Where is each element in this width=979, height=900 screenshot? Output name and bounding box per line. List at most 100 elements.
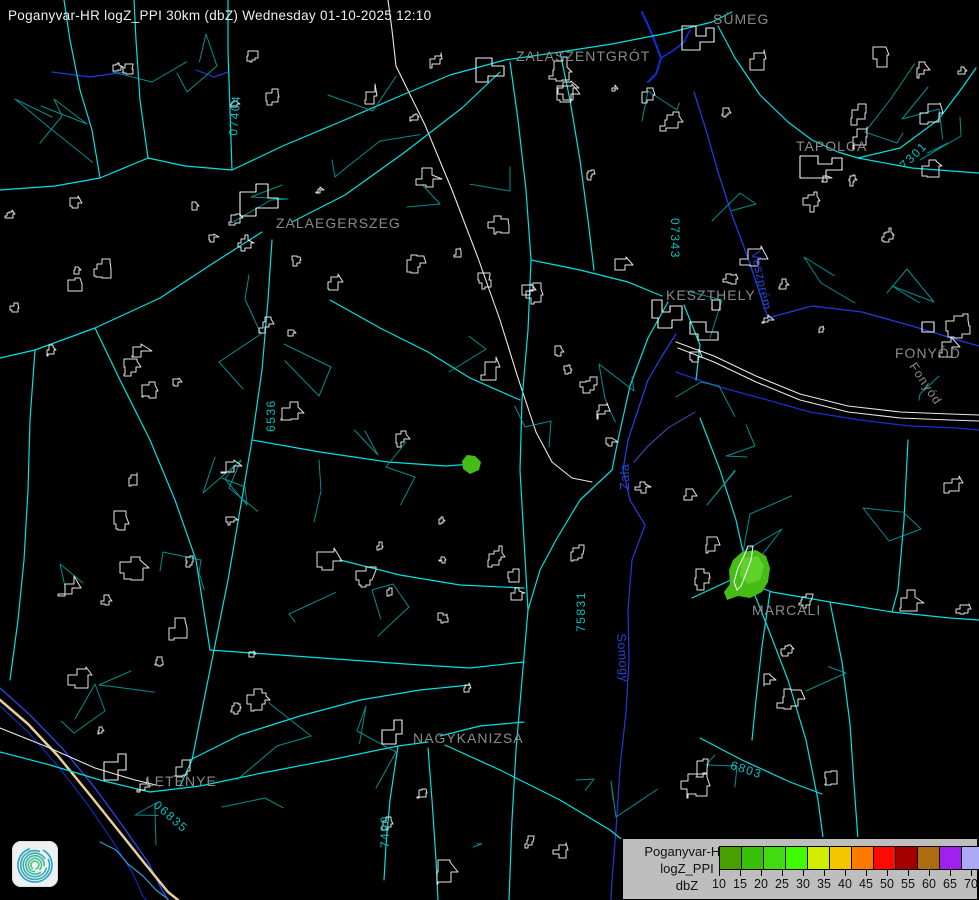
water-line: [634, 412, 695, 462]
minor-road-line: [515, 406, 551, 447]
water-line: [642, 12, 661, 82]
settlement-outline: [124, 359, 141, 376]
settlement-outline: [612, 85, 618, 91]
road-number-75831: 75831: [574, 591, 588, 632]
minor-road-line: [386, 442, 415, 505]
settlement-outline: [288, 330, 296, 336]
settlement-outline: [642, 88, 655, 103]
water-line: [661, 30, 690, 58]
road-line: [528, 470, 612, 610]
settlement-outline: [606, 438, 618, 446]
minor-road-line: [284, 344, 331, 396]
settlement-outline: [553, 843, 568, 858]
legend-tick-label: 60: [922, 877, 936, 891]
road-line: [10, 350, 35, 680]
settlement-outline: [511, 588, 525, 600]
settlement-outline: [74, 267, 81, 274]
settlement-outline: [695, 569, 710, 590]
settlement-outline: [917, 62, 930, 78]
minor-road-line: [887, 269, 934, 303]
settlement-outline: [10, 303, 19, 312]
water-line: [623, 334, 676, 525]
minor-road-line: [712, 193, 756, 221]
minor-road-line: [61, 684, 105, 733]
legend-tick-label: 45: [859, 877, 873, 891]
settlement-outline: [114, 511, 129, 530]
road-line: [210, 650, 524, 668]
road-line: [531, 260, 662, 296]
radar-echo-small: [462, 455, 481, 474]
spiral-icon: [12, 841, 58, 887]
minor-road-line: [470, 167, 510, 191]
legend-tick-label: 70: [964, 877, 978, 891]
settlement-outline: [779, 279, 789, 289]
road-line: [292, 72, 500, 222]
settlement-outline: [958, 67, 967, 74]
water-line: [52, 72, 124, 77]
settlement-outline: [571, 545, 584, 561]
minor-road-line: [328, 76, 396, 111]
settlement-outline: [169, 618, 187, 640]
legend-tick-label: 15: [733, 877, 747, 891]
minor-road-line: [407, 185, 440, 207]
settlement-outline: [873, 47, 889, 67]
settlement-outline: [94, 259, 111, 278]
town-outline: [800, 156, 842, 178]
settlement-outline: [526, 283, 543, 304]
road-line: [560, 52, 594, 270]
settlement-outline: [249, 651, 256, 657]
settlement-outline: [684, 489, 697, 500]
settlement-outline: [481, 357, 500, 380]
settlement-outline: [129, 473, 137, 486]
settlement-outline: [781, 645, 794, 656]
settlement-outline: [750, 50, 766, 70]
road-line: [180, 240, 272, 786]
settlement-outline: [635, 482, 651, 493]
settlement-outline: [706, 537, 720, 553]
settlement-outline: [387, 588, 392, 596]
legend-color-scale: [719, 846, 979, 870]
minor-road-line: [676, 382, 735, 416]
settlement-outline: [660, 112, 683, 131]
minor-road-line: [219, 275, 261, 389]
minor-road-line: [865, 64, 915, 143]
settlement-outline: [946, 314, 970, 338]
town-label-fonyod: FONYÓD: [895, 345, 961, 361]
main-road-white: [0, 728, 160, 786]
road-number-7490: 7490: [378, 815, 392, 848]
legend-tick-label: 10: [712, 877, 726, 891]
legend-tick-mark: [866, 870, 867, 876]
settlement-outline: [316, 187, 324, 193]
legend-color-cell: [829, 846, 852, 870]
radar-viewer: Poganyvar-HR logZ_PPI 30km (dbZ) Wednesd…: [0, 0, 979, 900]
road-line: [252, 440, 472, 466]
water-line: [196, 70, 228, 77]
settlement-outline: [454, 248, 461, 257]
legend-color-cell: [763, 846, 786, 870]
minor-road-line: [473, 844, 482, 847]
spiral-icon-stroke: [31, 861, 39, 869]
legend-color-cell: [785, 846, 808, 870]
settlement-outline: [819, 326, 824, 333]
legend-tick-mark: [824, 870, 825, 876]
minor-road-line: [804, 257, 855, 303]
settlement-outline: [113, 63, 123, 71]
settlement-outline: [365, 84, 377, 104]
settlement-outline: [882, 228, 894, 242]
legend-color-cell: [873, 846, 896, 870]
town-label-tapolca: TAPOLCA: [796, 138, 867, 154]
settlement-outline: [803, 192, 820, 212]
legend-tick-label: 55: [901, 877, 915, 891]
settlement-outline: [407, 255, 426, 273]
settlement-outline: [209, 234, 219, 242]
settlement-outline: [944, 476, 963, 493]
radar-image-title: Poganyvar-HR logZ_PPI 30km (dbZ) Wednesd…: [8, 8, 431, 23]
legend-tick-label: 35: [817, 877, 831, 891]
settlement-outline: [723, 274, 738, 284]
minor-road-line: [203, 457, 258, 511]
legend-color-cell: [851, 846, 874, 870]
radar-provider-logo[interactable]: [12, 841, 58, 887]
legend-tick-mark: [761, 870, 762, 876]
road-line: [64, 0, 100, 178]
road-line: [384, 746, 398, 880]
